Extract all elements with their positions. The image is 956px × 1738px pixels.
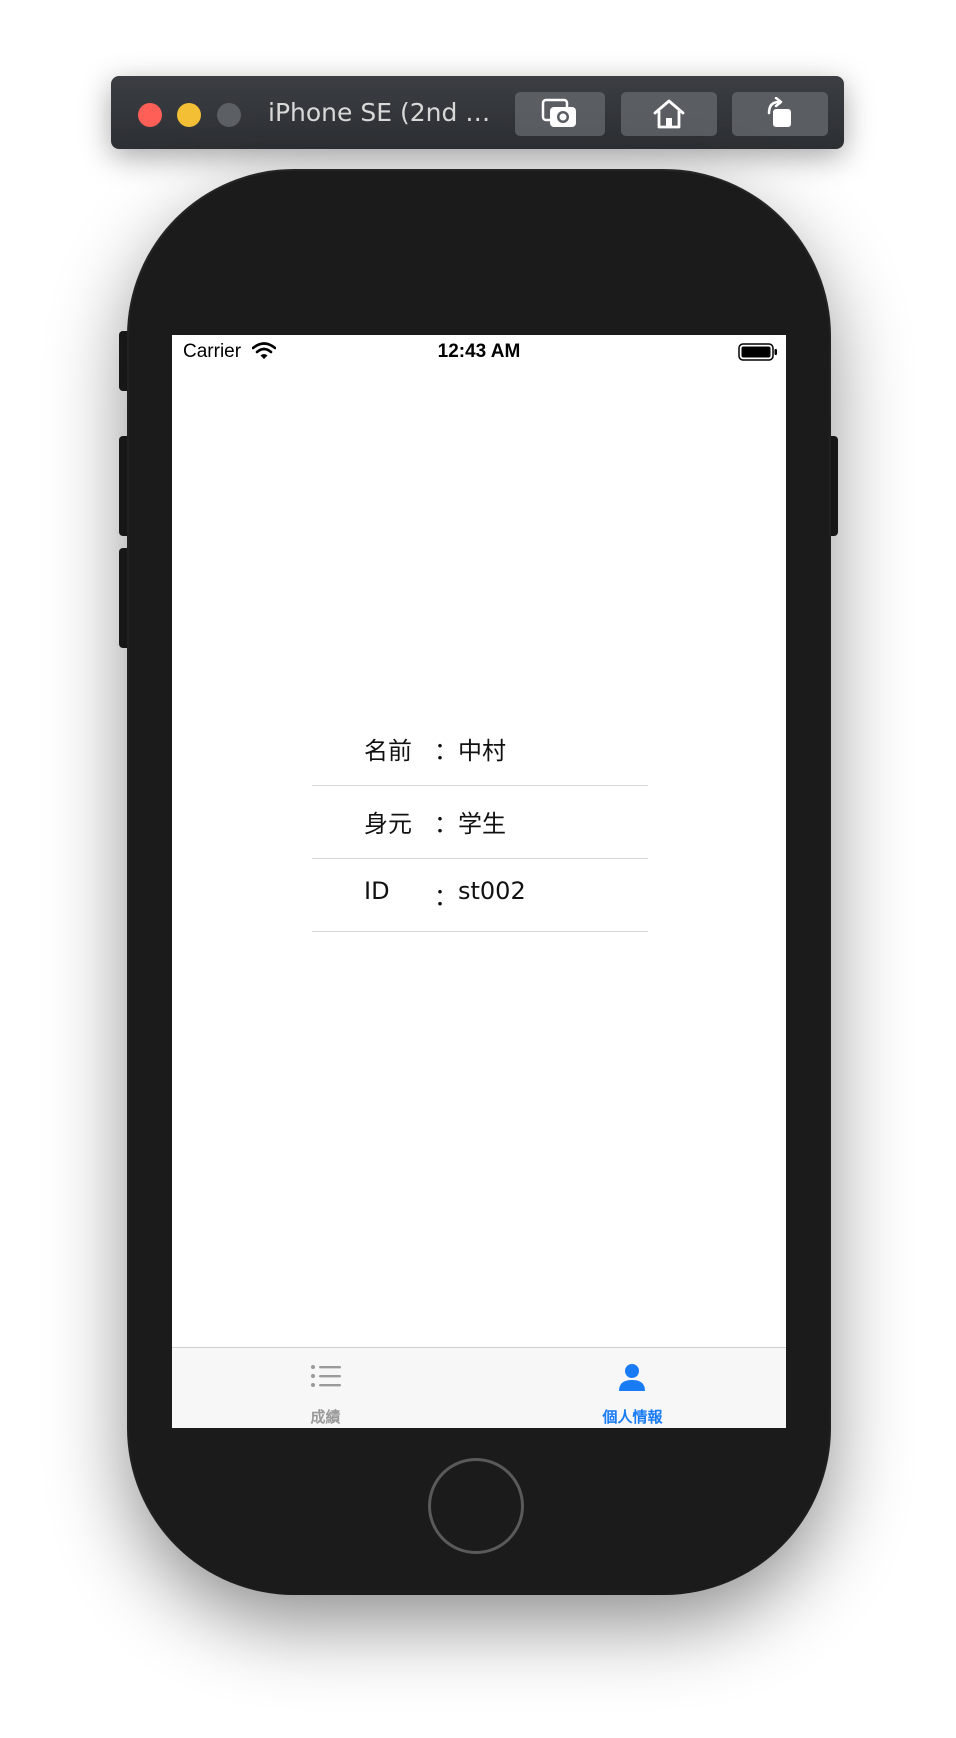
profile-info-list: 名前 ： 中村 身元 ： 学生 ID ： st002 xyxy=(312,713,648,932)
identity-label: 身元 xyxy=(364,810,412,838)
screenshot-button[interactable] xyxy=(515,92,605,136)
rotate-icon xyxy=(767,97,791,127)
name-label: 名前 xyxy=(364,737,412,765)
tab-grades-label: 成績 xyxy=(310,1408,341,1426)
home-icon xyxy=(653,99,685,129)
row-separator: ： xyxy=(434,810,458,838)
id-label: ID xyxy=(364,877,390,905)
name-value: 中村 xyxy=(458,737,506,765)
home-button[interactable] xyxy=(621,92,717,136)
tab-grades[interactable]: 成績 xyxy=(172,1348,479,1428)
tab-profile[interactable]: 個人情報 xyxy=(479,1348,786,1428)
identity-value: 学生 xyxy=(458,810,506,838)
profile-row-name: 名前 ： 中村 xyxy=(312,713,648,786)
list-icon xyxy=(311,1365,341,1387)
minimize-window-button[interactable] xyxy=(177,103,201,127)
profile-row-identity: 身元 ： 学生 xyxy=(312,786,648,859)
simulator-titlebar: iPhone SE (2nd g... xyxy=(111,76,844,149)
tab-profile-label: 個人情報 xyxy=(602,1408,663,1426)
close-window-button[interactable] xyxy=(138,103,162,127)
profile-row-id: ID ： st002 xyxy=(312,859,648,932)
person-icon xyxy=(619,1364,645,1391)
camera-icon xyxy=(541,98,576,127)
zoom-window-button[interactable] xyxy=(217,103,241,127)
tab-bar: 成績 個人情報 xyxy=(172,1347,786,1428)
status-bar: Carrier 12:43 AM xyxy=(172,335,786,371)
row-separator: ： xyxy=(434,737,458,765)
row-separator: ： xyxy=(434,883,458,911)
id-value: st002 xyxy=(458,877,526,905)
phone-screen: Carrier 12:43 AM 名前 ： 中村 身元 ： 学生 ID ： st… xyxy=(172,335,786,1428)
status-time: 12:43 AM xyxy=(437,341,521,362)
hardware-home-button[interactable] xyxy=(428,1458,524,1554)
rotate-button[interactable] xyxy=(732,92,828,136)
battery-icon xyxy=(738,343,777,361)
window-title: iPhone SE (2nd g... xyxy=(268,98,498,127)
